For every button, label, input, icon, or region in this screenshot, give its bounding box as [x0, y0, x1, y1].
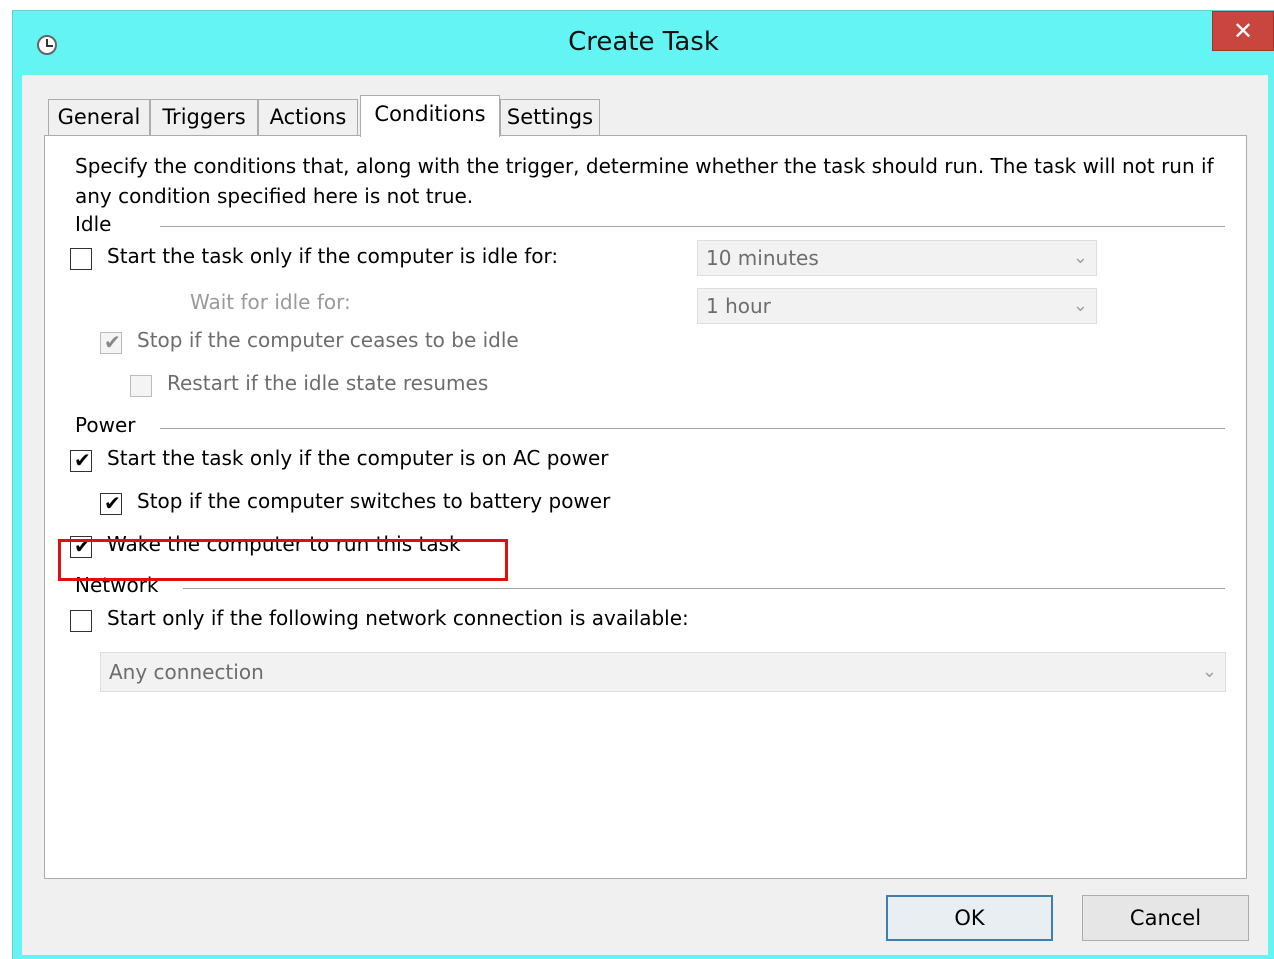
- wait-for-idle-label: Wait for idle for:: [190, 290, 351, 314]
- conditions-panel: Specify the conditions that, along with …: [44, 135, 1247, 879]
- title-bar[interactable]: Create Task ✕: [13, 11, 1274, 75]
- tab-triggers[interactable]: Triggers: [150, 99, 258, 135]
- cancel-button[interactable]: Cancel: [1082, 895, 1249, 941]
- network-divider: [183, 588, 1225, 589]
- idle-group-label: Idle: [75, 212, 112, 236]
- wait-for-idle-value: 1 hour: [706, 294, 771, 318]
- start-if-idle-label: Start the task only if the computer is i…: [107, 244, 559, 268]
- wait-for-idle-select[interactable]: 1 hour ⌄: [697, 288, 1097, 324]
- stop-if-not-idle-label: Stop if the computer ceases to be idle: [137, 328, 519, 352]
- ok-button[interactable]: OK: [886, 895, 1053, 941]
- ac-power-label: Start the task only if the computer is o…: [107, 446, 609, 470]
- restart-if-idle-checkbox[interactable]: [130, 375, 152, 397]
- network-label: Start only if the following network conn…: [107, 606, 689, 630]
- network-checkbox[interactable]: [70, 610, 92, 632]
- chevron-down-icon: ⌄: [1072, 295, 1088, 316]
- chevron-down-icon: ⌄: [1072, 247, 1088, 268]
- tab-settings[interactable]: Settings: [500, 99, 600, 135]
- tab-conditions[interactable]: Conditions: [360, 95, 500, 137]
- checkmark-icon: ✔: [104, 330, 121, 354]
- network-connection-value: Any connection: [109, 660, 264, 684]
- chevron-down-icon: ⌄: [1201, 661, 1217, 682]
- conditions-description: Specify the conditions that, along with …: [75, 154, 1214, 208]
- tab-general[interactable]: General: [48, 99, 150, 135]
- dialog-client: General Triggers Actions Conditions Sett…: [22, 75, 1268, 955]
- checkmark-icon: ✔: [104, 491, 121, 515]
- battery-stop-checkbox[interactable]: ✔: [100, 491, 122, 515]
- checkmark-icon: ✔: [74, 448, 91, 472]
- create-task-window: Create Task ✕ General Triggers Actions C…: [12, 10, 1274, 959]
- restart-if-idle-label: Restart if the idle state resumes: [167, 371, 489, 395]
- start-if-idle-checkbox[interactable]: [70, 248, 92, 270]
- close-button[interactable]: ✕: [1212, 11, 1274, 51]
- battery-stop-label: Stop if the computer switches to battery…: [137, 489, 611, 513]
- stop-if-not-idle-checkbox[interactable]: ✔: [100, 330, 122, 354]
- wake-option-highlight: [58, 539, 508, 581]
- idle-duration-value: 10 minutes: [706, 246, 819, 270]
- network-connection-select[interactable]: Any connection ⌄: [100, 652, 1226, 692]
- idle-divider: [160, 226, 1225, 227]
- ac-power-checkbox[interactable]: ✔: [70, 448, 92, 472]
- idle-duration-select[interactable]: 10 minutes ⌄: [697, 240, 1097, 276]
- power-divider: [160, 428, 1225, 429]
- tab-actions[interactable]: Actions: [258, 99, 358, 135]
- power-group-label: Power: [75, 413, 136, 437]
- window-title: Create Task: [568, 27, 719, 57]
